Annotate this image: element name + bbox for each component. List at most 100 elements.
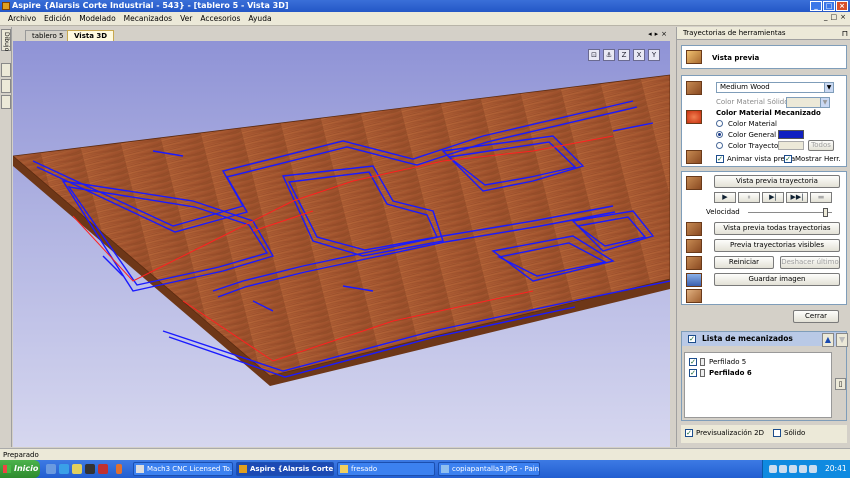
animate-checkbox[interactable]: ✓	[716, 155, 724, 163]
toolpath-list-all-checkbox[interactable]: ✓	[688, 335, 696, 343]
start-button[interactable]: Inicio	[0, 460, 40, 478]
general-color-swatch[interactable]	[778, 130, 804, 139]
toolpath-checkbox[interactable]: ✓	[689, 358, 697, 366]
view-toolbar: ⊡ ⚓ Z X Y	[588, 49, 660, 61]
speed-slider-track[interactable]	[748, 212, 832, 214]
3d-viewport[interactable]: ⊡ ⚓ Z X Y	[13, 41, 670, 447]
chevron-down-icon: ▼	[824, 83, 833, 92]
radio-color-toolpath[interactable]	[716, 142, 723, 149]
tab-tablero-5[interactable]: tablero 5	[25, 30, 71, 41]
radio-color-material[interactable]	[716, 120, 723, 127]
mdi-restore-button[interactable]: □	[831, 13, 838, 21]
radio-color-general[interactable]	[716, 131, 723, 138]
task-paint[interactable]: copiapantalla3.JPG - Paint	[438, 462, 540, 476]
solid-color-select: ▼	[786, 97, 830, 108]
toolpath-doc-icon	[700, 369, 705, 377]
reset-button[interactable]: Reiniciar	[714, 256, 774, 269]
drawing-tab-label: Dibujo	[3, 32, 10, 52]
undo-last-button: Deshacer último	[780, 256, 840, 269]
menu-modelado[interactable]: Modelado	[75, 14, 119, 23]
move-down-button: ▲	[836, 333, 848, 347]
panel-title: Trayectorias de herramientas ⊓	[677, 27, 850, 40]
tray-icon-2[interactable]	[779, 465, 787, 473]
folder-task-icon	[340, 465, 348, 473]
save-image-button[interactable]: Guardar imagen	[714, 273, 840, 286]
task-fresado-label: fresado	[351, 465, 378, 473]
menu-archivo[interactable]: Archivo	[4, 14, 40, 23]
fast-forward-button[interactable]: ▶▶|	[786, 192, 808, 203]
left-strip-button-2[interactable]	[1, 79, 11, 93]
board-top	[13, 74, 670, 377]
3d-scene	[13, 74, 670, 386]
pin-icon[interactable]: ⊓	[842, 27, 848, 40]
task-mach3[interactable]: Mach3 CNC Licensed To...	[133, 462, 233, 476]
speed-slider-thumb[interactable]	[823, 208, 829, 217]
fit-view-icon[interactable]: ⊡	[588, 49, 600, 61]
system-tray: 20:41	[762, 460, 850, 478]
quicklaunch-chevron-icon[interactable]	[116, 464, 122, 474]
status-bar: Preparado	[0, 448, 850, 460]
folder-icon[interactable]	[72, 464, 82, 474]
tab-vista-3d[interactable]: Vista 3D	[67, 30, 115, 41]
minimize-button[interactable]: _	[810, 1, 822, 11]
menu-ver[interactable]: Ver	[176, 14, 196, 23]
close-panel-button[interactable]: Cerrar	[793, 310, 839, 323]
clock[interactable]: 20:41	[825, 460, 847, 478]
preview-all-button[interactable]: Vista previa todas trayectorias	[714, 222, 840, 235]
task-fresado[interactable]: fresado	[337, 462, 435, 476]
task-paint-label: copiapantalla3.JPG - Paint	[452, 465, 540, 473]
stop-button: ▬	[810, 192, 832, 203]
paint-icon	[441, 465, 449, 473]
iso-view-icon[interactable]: ⚓	[603, 49, 615, 61]
app-shortcut-icon[interactable]	[98, 464, 108, 474]
tray-icon-4[interactable]	[799, 465, 807, 473]
toolpath-label: Perfilado 6	[709, 369, 752, 377]
material-select-value: Medium Wood	[720, 83, 770, 91]
media-player-icon[interactable]	[85, 464, 95, 474]
close-button[interactable]: ×	[836, 1, 848, 11]
internet-explorer-icon[interactable]	[59, 464, 69, 474]
start-label: Inicio	[14, 464, 39, 473]
menu-mecanizados[interactable]: Mecanizados	[120, 14, 176, 23]
menu-edicion[interactable]: Edición	[40, 14, 75, 23]
mdi-close-button[interactable]: ×	[840, 13, 846, 21]
list-item[interactable]: ✓ Perfilado 5	[689, 357, 829, 367]
left-strip-button-1[interactable]	[1, 63, 11, 77]
toolpath-properties-button[interactable]: ▯	[835, 378, 846, 390]
menu-ayuda[interactable]: Ayuda	[244, 14, 275, 23]
tray-icon-5[interactable]	[809, 465, 817, 473]
z-axis-icon[interactable]: Z	[618, 49, 630, 61]
tab-close-icon[interactable]: ×	[661, 30, 667, 38]
x-axis-icon[interactable]: X	[633, 49, 645, 61]
task-aspire-label: Aspire {Alarsis Corte ...	[250, 465, 334, 473]
machined-color-icon	[686, 110, 702, 124]
material-icon	[686, 81, 702, 95]
tray-icon-3[interactable]	[789, 465, 797, 473]
preview-heading: Vista previa	[712, 54, 760, 62]
preview-2d-checkbox[interactable]: ✓	[685, 429, 693, 437]
maximize-button[interactable]: □	[823, 1, 835, 11]
step-button[interactable]: ▶|	[762, 192, 784, 203]
tray-icon-1[interactable]	[769, 465, 777, 473]
preview-toolpath-button[interactable]: Vista previa trayectoria	[714, 175, 840, 188]
solid-checkbox[interactable]	[773, 429, 781, 437]
toolpath-checkbox[interactable]: ✓	[689, 369, 697, 377]
pause-button: ⏸	[738, 192, 760, 203]
show-desktop-icon[interactable]	[46, 464, 56, 474]
tab-scroll-left-icon[interactable]: ◂	[648, 30, 652, 38]
y-axis-icon[interactable]: Y	[648, 49, 660, 61]
preview-all-icon	[686, 222, 702, 236]
play-button[interactable]: ▶	[714, 192, 736, 203]
list-item[interactable]: ✓ Perfilado 6	[689, 368, 829, 378]
move-up-button[interactable]: ▲	[822, 333, 834, 347]
drawing-tab[interactable]: Dibujo	[1, 29, 11, 51]
menu-accesorios[interactable]: Accesorios	[196, 14, 244, 23]
machined-color-heading: Color Material Mecanizado	[716, 109, 821, 117]
left-strip-button-3[interactable]	[1, 95, 11, 109]
tab-scroll-right-icon[interactable]: ▸	[655, 30, 659, 38]
task-aspire[interactable]: Aspire {Alarsis Corte ...	[236, 462, 334, 476]
show-tool-checkbox[interactable]: ✓	[784, 155, 792, 163]
mdi-minimize-button[interactable]: _	[824, 13, 828, 21]
material-select[interactable]: Medium Wood ▼	[716, 82, 834, 93]
preview-visible-button[interactable]: Previa trayectorias visibles	[714, 239, 840, 252]
